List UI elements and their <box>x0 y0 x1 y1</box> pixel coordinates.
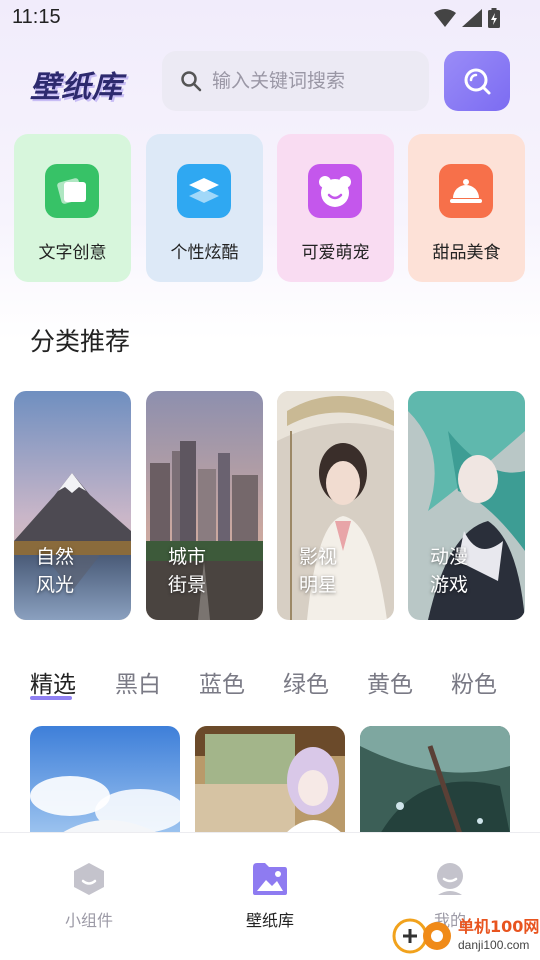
cards-icon <box>45 164 99 218</box>
section-title: 分类推荐 <box>30 327 131 356</box>
wifi-icon <box>434 9 456 27</box>
quick-category-desserts[interactable]: 甜品美食 <box>408 134 525 282</box>
battery-charging-icon <box>488 8 500 28</box>
anime-girl-wallpaper-image <box>195 726 345 834</box>
bear-icon <box>308 164 362 218</box>
layers-icon <box>177 164 231 218</box>
watermark-name: 单机100网 <box>458 917 540 936</box>
search-input[interactable] <box>212 70 412 92</box>
quick-category-cute-pets[interactable]: 可爱萌宠 <box>277 134 394 282</box>
site-watermark: 单机100网 danji100.com <box>392 918 539 954</box>
widget-hexagon-icon <box>74 863 104 895</box>
quick-category-cool[interactable]: 个性炫酷 <box>146 134 263 282</box>
tab-featured[interactable]: 精选 <box>30 665 76 699</box>
wallpaper-thumbnail[interactable] <box>360 726 510 834</box>
status-icons <box>434 8 500 28</box>
quick-category-text-creative[interactable]: 文字创意 <box>14 134 131 282</box>
category-card-label: 动漫 游戏 <box>430 546 469 596</box>
quick-category-label: 甜品美食 <box>432 243 501 263</box>
profile-icon <box>437 863 463 895</box>
quick-category-label: 可爱萌宠 <box>301 243 370 263</box>
nav-label: 小组件 <box>64 911 113 930</box>
watermark-domain: danji100.com <box>458 938 530 952</box>
wallpaper-thumbnail[interactable] <box>30 726 180 834</box>
nav-label: 壁纸库 <box>245 911 294 930</box>
quick-category-label: 个性炫酷 <box>170 243 239 263</box>
tab-black-white[interactable]: 黑白 <box>115 665 161 699</box>
cellular-signal-icon <box>462 9 482 27</box>
active-tab-indicator <box>30 696 72 700</box>
category-card-anime-games[interactable]: 动漫 游戏 <box>408 391 525 620</box>
leaf-wallpaper-image <box>360 726 510 834</box>
tab-green[interactable]: 绿色 <box>283 665 329 699</box>
status-time: 11:15 <box>12 6 61 28</box>
sky-wallpaper-image <box>30 726 180 834</box>
wallpaper-folder-icon <box>253 863 287 895</box>
search-button[interactable] <box>444 51 510 111</box>
tab-pink[interactable]: 粉色 <box>451 665 497 699</box>
search-bar[interactable] <box>162 51 429 111</box>
category-card-label: 影视 明星 <box>299 546 338 596</box>
category-card-film-stars[interactable]: 影视 明星 <box>277 391 394 620</box>
status-bar: 11:15 <box>0 0 540 36</box>
wallpaper-thumbnail[interactable] <box>195 726 345 834</box>
search-icon <box>464 68 491 95</box>
category-card-label: 自然 风光 <box>36 546 75 596</box>
app-logo: 壁纸库 <box>30 70 123 105</box>
tab-yellow[interactable]: 黄色 <box>367 665 413 699</box>
category-card-label: 城市 街景 <box>168 546 207 596</box>
search-icon <box>181 71 202 92</box>
watermark-logo <box>392 918 451 954</box>
category-card-nature[interactable]: 自然 风光 <box>14 391 131 620</box>
nav-wallpaper-library[interactable]: 壁纸库 <box>210 861 330 931</box>
quick-category-label: 文字创意 <box>38 243 107 263</box>
nav-widgets[interactable]: 小组件 <box>29 861 149 931</box>
tab-blue[interactable]: 蓝色 <box>199 665 245 699</box>
category-card-city[interactable]: 城市 街景 <box>146 391 263 620</box>
cloche-icon <box>439 164 493 218</box>
